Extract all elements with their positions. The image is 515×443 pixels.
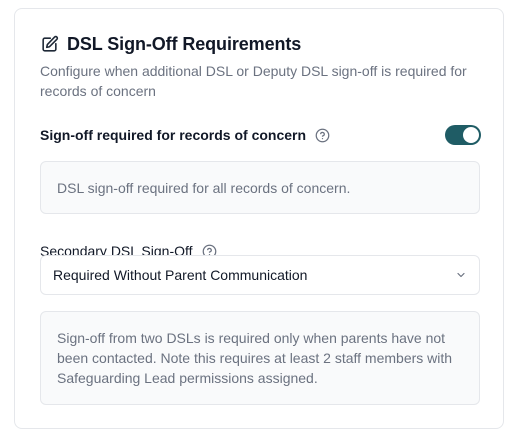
question-circle-icon[interactable] [315, 128, 330, 143]
sign-off-required-toggle[interactable] [445, 125, 481, 145]
sign-off-required-row: Sign-off required for records of concern [40, 123, 481, 147]
sign-off-required-label: Sign-off required for records of concern [40, 127, 307, 143]
card-subtitle: Configure when additional DSL or Deputy … [40, 63, 467, 99]
toggle-knob [463, 127, 479, 143]
edit-document-icon [42, 35, 59, 52]
card-header: DSL Sign-Off Requirements [40, 33, 301, 55]
chevron-down-icon [457, 272, 465, 278]
sign-off-required-info: DSL sign-off required for all records of… [40, 161, 480, 214]
dsl-sign-off-card: DSL Sign-Off Requirements Configure when… [14, 8, 504, 429]
secondary-sign-off-info: Sign-off from two DSLs is required only … [40, 311, 480, 405]
secondary-sign-off-select[interactable]: Required Without Parent Communication [40, 255, 480, 295]
secondary-sign-off-selected-value: Required Without Parent Communication [53, 267, 308, 283]
card-title: DSL Sign-Off Requirements [67, 33, 302, 54]
